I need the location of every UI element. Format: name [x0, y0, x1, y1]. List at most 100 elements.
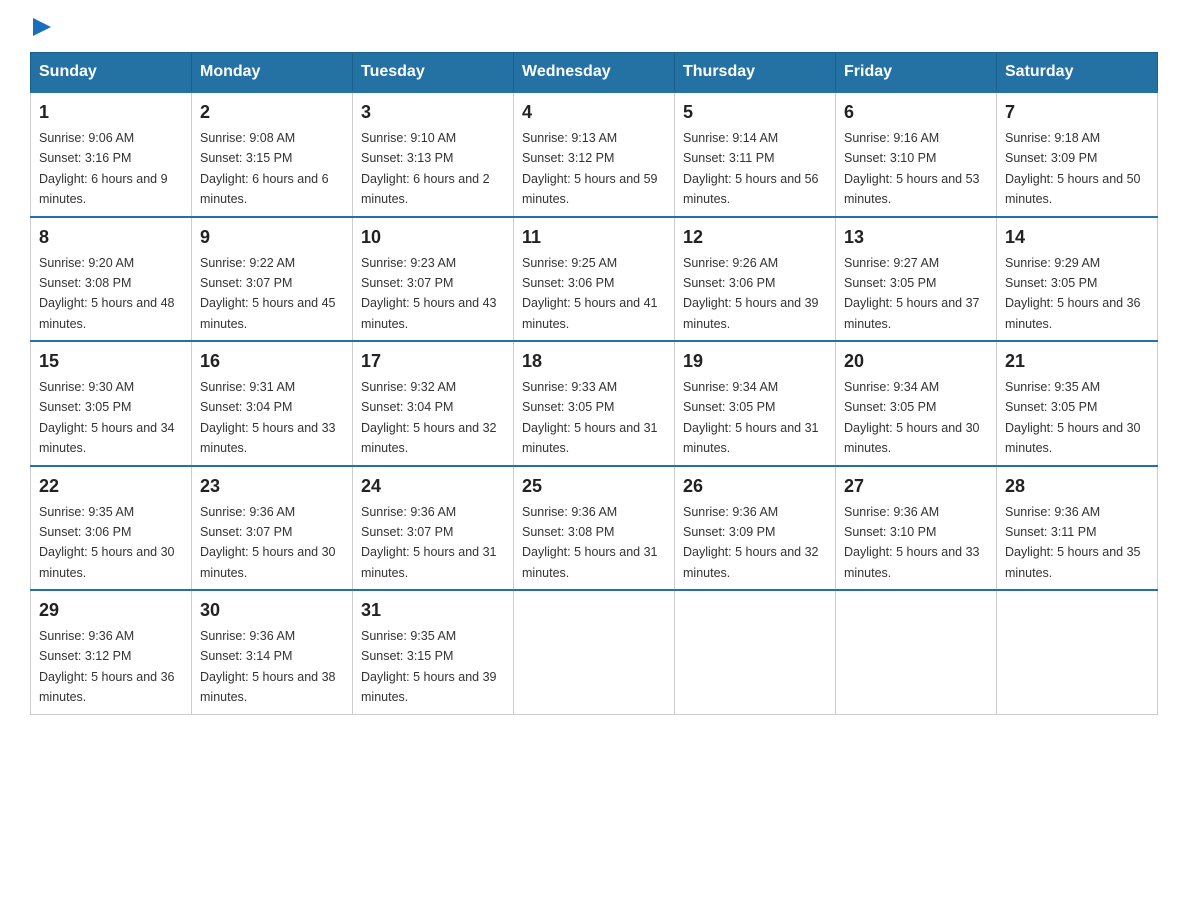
- day-info: Sunrise: 9:10 AMSunset: 3:13 PMDaylight:…: [361, 131, 490, 206]
- day-info: Sunrise: 9:26 AMSunset: 3:06 PMDaylight:…: [683, 256, 819, 331]
- calendar-cell: 22 Sunrise: 9:35 AMSunset: 3:06 PMDaylig…: [31, 466, 192, 591]
- day-number: 2: [200, 99, 344, 126]
- calendar-cell: 15 Sunrise: 9:30 AMSunset: 3:05 PMDaylig…: [31, 341, 192, 466]
- day-number: 25: [522, 473, 666, 500]
- page-header: [30, 20, 1158, 32]
- week-row-4: 22 Sunrise: 9:35 AMSunset: 3:06 PMDaylig…: [31, 466, 1158, 591]
- day-number: 13: [844, 224, 988, 251]
- calendar-cell: 4 Sunrise: 9:13 AMSunset: 3:12 PMDayligh…: [514, 92, 675, 217]
- day-number: 5: [683, 99, 827, 126]
- day-info: Sunrise: 9:20 AMSunset: 3:08 PMDaylight:…: [39, 256, 175, 331]
- day-info: Sunrise: 9:27 AMSunset: 3:05 PMDaylight:…: [844, 256, 980, 331]
- day-info: Sunrise: 9:22 AMSunset: 3:07 PMDaylight:…: [200, 256, 336, 331]
- day-info: Sunrise: 9:36 AMSunset: 3:11 PMDaylight:…: [1005, 505, 1141, 580]
- calendar-cell: 14 Sunrise: 9:29 AMSunset: 3:05 PMDaylig…: [997, 217, 1158, 342]
- calendar-cell: 5 Sunrise: 9:14 AMSunset: 3:11 PMDayligh…: [675, 92, 836, 217]
- day-number: 27: [844, 473, 988, 500]
- calendar-cell: 16 Sunrise: 9:31 AMSunset: 3:04 PMDaylig…: [192, 341, 353, 466]
- week-row-5: 29 Sunrise: 9:36 AMSunset: 3:12 PMDaylig…: [31, 590, 1158, 714]
- day-number: 9: [200, 224, 344, 251]
- calendar-table: SundayMondayTuesdayWednesdayThursdayFrid…: [30, 52, 1158, 715]
- day-number: 7: [1005, 99, 1149, 126]
- logo: [30, 20, 51, 32]
- day-info: Sunrise: 9:36 AMSunset: 3:07 PMDaylight:…: [200, 505, 336, 580]
- day-number: 18: [522, 348, 666, 375]
- day-number: 20: [844, 348, 988, 375]
- calendar-cell: 3 Sunrise: 9:10 AMSunset: 3:13 PMDayligh…: [353, 92, 514, 217]
- day-number: 12: [683, 224, 827, 251]
- day-info: Sunrise: 9:32 AMSunset: 3:04 PMDaylight:…: [361, 380, 497, 455]
- calendar-cell: 9 Sunrise: 9:22 AMSunset: 3:07 PMDayligh…: [192, 217, 353, 342]
- day-info: Sunrise: 9:36 AMSunset: 3:10 PMDaylight:…: [844, 505, 980, 580]
- week-row-2: 8 Sunrise: 9:20 AMSunset: 3:08 PMDayligh…: [31, 217, 1158, 342]
- calendar-cell: 19 Sunrise: 9:34 AMSunset: 3:05 PMDaylig…: [675, 341, 836, 466]
- day-info: Sunrise: 9:08 AMSunset: 3:15 PMDaylight:…: [200, 131, 329, 206]
- day-info: Sunrise: 9:36 AMSunset: 3:14 PMDaylight:…: [200, 629, 336, 704]
- calendar-cell: [836, 590, 997, 714]
- day-info: Sunrise: 9:35 AMSunset: 3:05 PMDaylight:…: [1005, 380, 1141, 455]
- day-number: 4: [522, 99, 666, 126]
- calendar-cell: 1 Sunrise: 9:06 AMSunset: 3:16 PMDayligh…: [31, 92, 192, 217]
- calendar-cell: 12 Sunrise: 9:26 AMSunset: 3:06 PMDaylig…: [675, 217, 836, 342]
- calendar-cell: 6 Sunrise: 9:16 AMSunset: 3:10 PMDayligh…: [836, 92, 997, 217]
- day-info: Sunrise: 9:25 AMSunset: 3:06 PMDaylight:…: [522, 256, 658, 331]
- calendar-cell: 27 Sunrise: 9:36 AMSunset: 3:10 PMDaylig…: [836, 466, 997, 591]
- day-number: 30: [200, 597, 344, 624]
- day-number: 1: [39, 99, 183, 126]
- header-friday: Friday: [836, 53, 997, 93]
- day-number: 10: [361, 224, 505, 251]
- day-info: Sunrise: 9:31 AMSunset: 3:04 PMDaylight:…: [200, 380, 336, 455]
- calendar-cell: 18 Sunrise: 9:33 AMSunset: 3:05 PMDaylig…: [514, 341, 675, 466]
- calendar-cell: [675, 590, 836, 714]
- day-info: Sunrise: 9:30 AMSunset: 3:05 PMDaylight:…: [39, 380, 175, 455]
- day-info: Sunrise: 9:36 AMSunset: 3:08 PMDaylight:…: [522, 505, 658, 580]
- week-row-3: 15 Sunrise: 9:30 AMSunset: 3:05 PMDaylig…: [31, 341, 1158, 466]
- day-info: Sunrise: 9:35 AMSunset: 3:06 PMDaylight:…: [39, 505, 175, 580]
- day-number: 15: [39, 348, 183, 375]
- calendar-cell: 28 Sunrise: 9:36 AMSunset: 3:11 PMDaylig…: [997, 466, 1158, 591]
- header-wednesday: Wednesday: [514, 53, 675, 93]
- day-number: 31: [361, 597, 505, 624]
- calendar-cell: 7 Sunrise: 9:18 AMSunset: 3:09 PMDayligh…: [997, 92, 1158, 217]
- day-info: Sunrise: 9:36 AMSunset: 3:12 PMDaylight:…: [39, 629, 175, 704]
- header-sunday: Sunday: [31, 53, 192, 93]
- day-info: Sunrise: 9:36 AMSunset: 3:07 PMDaylight:…: [361, 505, 497, 580]
- logo-triangle-icon: [33, 18, 51, 36]
- day-number: 24: [361, 473, 505, 500]
- day-number: 19: [683, 348, 827, 375]
- calendar-cell: 2 Sunrise: 9:08 AMSunset: 3:15 PMDayligh…: [192, 92, 353, 217]
- day-info: Sunrise: 9:14 AMSunset: 3:11 PMDaylight:…: [683, 131, 819, 206]
- day-number: 28: [1005, 473, 1149, 500]
- calendar-header: SundayMondayTuesdayWednesdayThursdayFrid…: [31, 53, 1158, 93]
- day-info: Sunrise: 9:36 AMSunset: 3:09 PMDaylight:…: [683, 505, 819, 580]
- day-number: 21: [1005, 348, 1149, 375]
- day-info: Sunrise: 9:34 AMSunset: 3:05 PMDaylight:…: [683, 380, 819, 455]
- calendar-cell: 30 Sunrise: 9:36 AMSunset: 3:14 PMDaylig…: [192, 590, 353, 714]
- calendar-cell: 10 Sunrise: 9:23 AMSunset: 3:07 PMDaylig…: [353, 217, 514, 342]
- day-number: 17: [361, 348, 505, 375]
- calendar-cell: 24 Sunrise: 9:36 AMSunset: 3:07 PMDaylig…: [353, 466, 514, 591]
- day-number: 29: [39, 597, 183, 624]
- calendar-cell: [997, 590, 1158, 714]
- calendar-cell: 13 Sunrise: 9:27 AMSunset: 3:05 PMDaylig…: [836, 217, 997, 342]
- calendar-cell: [514, 590, 675, 714]
- calendar-cell: 8 Sunrise: 9:20 AMSunset: 3:08 PMDayligh…: [31, 217, 192, 342]
- calendar-cell: 29 Sunrise: 9:36 AMSunset: 3:12 PMDaylig…: [31, 590, 192, 714]
- day-info: Sunrise: 9:29 AMSunset: 3:05 PMDaylight:…: [1005, 256, 1141, 331]
- calendar-cell: 17 Sunrise: 9:32 AMSunset: 3:04 PMDaylig…: [353, 341, 514, 466]
- day-info: Sunrise: 9:18 AMSunset: 3:09 PMDaylight:…: [1005, 131, 1141, 206]
- day-number: 8: [39, 224, 183, 251]
- header-monday: Monday: [192, 53, 353, 93]
- day-number: 14: [1005, 224, 1149, 251]
- day-info: Sunrise: 9:23 AMSunset: 3:07 PMDaylight:…: [361, 256, 497, 331]
- calendar-cell: 26 Sunrise: 9:36 AMSunset: 3:09 PMDaylig…: [675, 466, 836, 591]
- day-number: 16: [200, 348, 344, 375]
- calendar-body: 1 Sunrise: 9:06 AMSunset: 3:16 PMDayligh…: [31, 92, 1158, 714]
- day-number: 6: [844, 99, 988, 126]
- day-info: Sunrise: 9:06 AMSunset: 3:16 PMDaylight:…: [39, 131, 168, 206]
- header-tuesday: Tuesday: [353, 53, 514, 93]
- calendar-cell: 11 Sunrise: 9:25 AMSunset: 3:06 PMDaylig…: [514, 217, 675, 342]
- day-number: 22: [39, 473, 183, 500]
- day-info: Sunrise: 9:16 AMSunset: 3:10 PMDaylight:…: [844, 131, 980, 206]
- header-saturday: Saturday: [997, 53, 1158, 93]
